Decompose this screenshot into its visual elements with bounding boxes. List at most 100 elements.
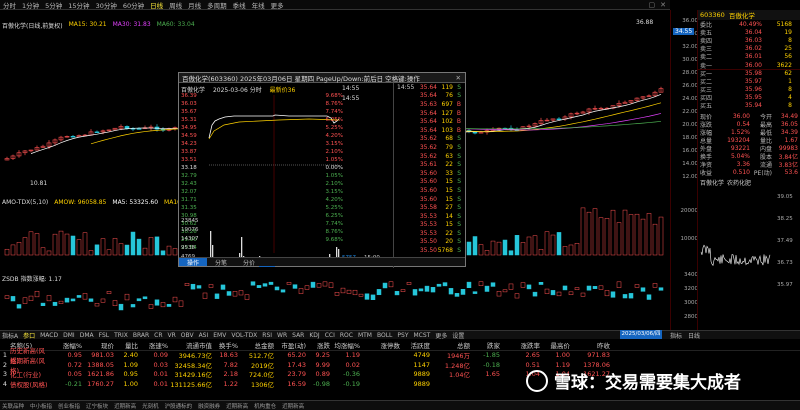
order-book-row: 卖一 36.00 3622 <box>698 61 800 70</box>
volume-bar <box>604 218 610 256</box>
indicator-tab[interactable]: TRIX <box>114 332 128 339</box>
indicator-tab[interactable]: RSI <box>262 332 272 339</box>
close-icon[interactable]: ✕ <box>660 1 666 9</box>
status-item[interactable]: 沪股通标的 <box>165 402 193 410</box>
status-item[interactable]: 辽宁板块 <box>86 402 108 410</box>
indicator-tab[interactable]: CCI <box>325 332 335 339</box>
mini-tab[interactable]: 百傲化学 <box>700 178 724 188</box>
period-tab[interactable]: 日线 <box>150 0 163 10</box>
period-tab[interactable]: 月线 <box>188 0 201 10</box>
sub-indicator-svg <box>4 281 664 311</box>
indicator-tab[interactable]: WR <box>277 332 287 339</box>
trade-side: S <box>457 212 461 220</box>
indicator-tab[interactable]: DMI <box>63 332 75 339</box>
volume-bar <box>40 247 46 256</box>
indicator-tab[interactable]: VOL-TDX <box>231 332 257 339</box>
status-item[interactable]: 中小板指 <box>30 402 52 410</box>
period-tab[interactable]: 5分钟 <box>45 0 62 10</box>
indicator-tab[interactable]: 指标A <box>2 331 18 340</box>
indicator-tab[interactable]: MCST <box>413 332 430 339</box>
table-cell: -0.19 <box>343 379 360 388</box>
trade-volume: 63 <box>445 152 453 160</box>
index-candle <box>166 304 172 307</box>
volume-bar <box>616 222 622 256</box>
status-item[interactable]: 近期新高 <box>226 402 248 410</box>
indicator-tab[interactable]: BRAR <box>133 332 149 339</box>
period-tab[interactable]: 季线 <box>233 0 246 10</box>
right-tab[interactable]: 日线 <box>688 333 700 340</box>
popup-pct-tick: 2.10% <box>325 181 343 187</box>
indicator-tab[interactable]: FSL <box>99 332 110 339</box>
volume-bar <box>484 250 490 256</box>
trade-volume: 20 <box>445 238 453 246</box>
close-icon[interactable]: ✕ <box>456 74 461 82</box>
period-tab[interactable]: 60分钟 <box>123 0 144 10</box>
table-cell: 65.20 <box>287 351 306 360</box>
indicator-tab[interactable]: SAR <box>292 332 304 339</box>
indicator-tab[interactable]: MTM <box>358 332 372 339</box>
period-tab[interactable]: 分时 <box>3 0 16 10</box>
volume-bar <box>640 218 646 256</box>
indicator-tab[interactable]: 设置 <box>452 331 464 340</box>
popup-tab[interactable]: 分价 <box>235 258 263 267</box>
indicator-tab[interactable]: EMV <box>213 332 226 339</box>
period-tab[interactable]: 更多 <box>271 0 284 10</box>
indicator-tab[interactable]: PSY <box>397 332 408 339</box>
trade-row: 35.60 15 S <box>397 186 465 195</box>
period-tab[interactable]: 30分钟 <box>96 0 117 10</box>
indicator-tab[interactable]: BOLL <box>377 332 392 339</box>
popup-pct-tick: 4.20% <box>325 197 343 203</box>
intraday-popup[interactable]: 百傲化学(603360) 2025年03月06日 星期四 PageUp/Down… <box>178 72 466 268</box>
indicator-tab[interactable]: KDJ <box>309 332 319 339</box>
period-tab[interactable]: 周线 <box>169 0 182 10</box>
order-price: 36.03 <box>744 36 762 44</box>
indicator-tab[interactable]: VR <box>168 332 176 339</box>
popup-intraday-chart[interactable]: 百傲化学 2025-03-06 分时 最新价36 36.39 36.03 35.67… <box>179 83 394 268</box>
volume-bar <box>70 235 76 256</box>
tick-trade-list[interactable]: 14:55 35.64 119 S 35.64 76 S 35.63 697 B 35.64 127 B… <box>397 83 465 255</box>
indicator-tab[interactable]: CR <box>154 332 162 339</box>
status-item[interactable]: 创业板指 <box>58 402 80 410</box>
indicator-tab[interactable]: OBV <box>181 332 194 339</box>
volume-bar <box>16 242 22 256</box>
table-header-cell: 涨跌率 <box>520 342 541 351</box>
status-item[interactable]: 近期新高 <box>282 402 304 410</box>
popup-pct-tick: 1.05% <box>325 173 343 179</box>
index-candle <box>142 296 148 300</box>
indicator-tab[interactable]: 参口 <box>23 331 35 340</box>
status-item[interactable]: 关联品种 <box>2 402 24 410</box>
table-cell: 0.72 <box>67 360 82 369</box>
indicator-tab[interactable]: DMA <box>80 332 94 339</box>
indicator-tab[interactable]: ASI <box>199 332 209 339</box>
mini-tab[interactable]: 农药化肥 <box>727 178 751 188</box>
period-tab[interactable]: 年线 <box>252 0 265 10</box>
indicator-tab[interactable]: 更多 <box>435 331 447 340</box>
indicator-tab[interactable]: ROC <box>340 332 353 339</box>
index-candle <box>370 294 376 301</box>
indicator-tab[interactable]: MACD <box>40 332 58 339</box>
trade-price: 35.64 <box>419 83 437 91</box>
index-candle <box>592 286 598 289</box>
popup-tab[interactable]: 分笔 <box>207 258 235 267</box>
period-tab[interactable]: 多周期 <box>207 0 227 10</box>
period-tab[interactable]: 15分钟 <box>68 0 89 10</box>
status-item[interactable]: 光刻机 <box>142 402 159 410</box>
index-candle <box>472 291 478 294</box>
right-tab[interactable]: 指标 <box>670 333 682 340</box>
order-price: 35.96 <box>744 86 762 94</box>
popup-svg <box>208 95 340 259</box>
period-tab[interactable]: 1分钟 <box>22 0 39 10</box>
popup-tab[interactable]: 操作 <box>179 258 208 267</box>
trade-side: S <box>457 195 461 203</box>
trade-volume: 5768 <box>437 247 453 255</box>
table-cell: 3946.73亿 <box>178 352 212 361</box>
index-candle <box>304 285 310 290</box>
table-row[interactable]: 1 历史新高(风格) 0.95 981.03 2.40 0.09 3946.73亿 18.63… <box>0 347 800 365</box>
status-item[interactable]: 融资融券 <box>198 402 220 410</box>
price-tag: 34.55 <box>673 28 695 35</box>
status-item[interactable]: 近期新高 <box>114 402 136 410</box>
status-item[interactable]: 机构重仓 <box>254 402 276 410</box>
info-value: 5.04% <box>730 152 750 160</box>
volume-bar <box>646 213 652 256</box>
restore-icon[interactable]: ▢ <box>649 1 656 9</box>
